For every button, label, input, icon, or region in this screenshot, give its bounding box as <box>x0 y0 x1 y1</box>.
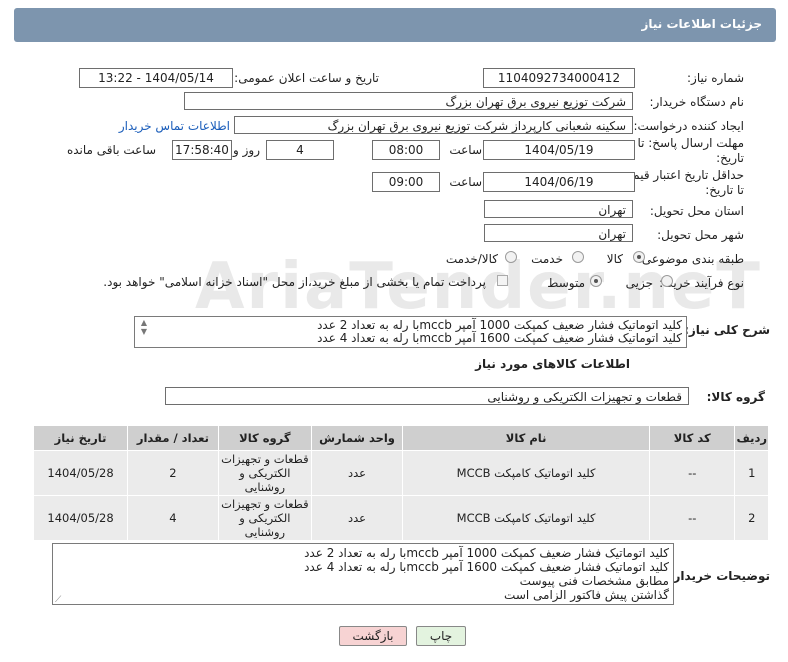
category-radio-both[interactable] <box>505 251 517 263</box>
category-option-service: خدمت <box>531 252 563 266</box>
announce-label: تاریخ و ساعت اعلان عمومی: <box>234 71 379 85</box>
reply-deadline-label: مهلت ارسال پاسخ: تا تاریخ: <box>637 136 744 165</box>
requester-label: ایجاد کننده درخواست: <box>633 119 744 133</box>
city-field[interactable]: تهران <box>484 224 633 242</box>
reply-time-label: ساعت <box>449 143 482 157</box>
cell-row: 1 <box>734 450 769 496</box>
cell-code: -- <box>648 495 736 541</box>
cell-unit: عدد <box>310 495 404 541</box>
cell-name: کلید اتوماتیک کامپکت MCCB <box>402 495 650 541</box>
page-header: جزئیات اطلاعات نیاز <box>14 8 776 42</box>
province-field[interactable]: تهران <box>484 200 633 218</box>
category-radio-service[interactable] <box>572 251 584 263</box>
category-radio-goods[interactable] <box>633 251 645 263</box>
page-title: جزئیات اطلاعات نیاز <box>641 17 762 31</box>
col-date: تاریخ نیاز <box>32 425 129 451</box>
buyer-notes-line-1: کلید اتوماتیک فشار ضعیف کمپکت 1000 آمپر … <box>304 546 669 560</box>
remaining-label: ساعت باقی مانده <box>66 143 156 157</box>
goods-section-title: اطلاعات کالاهای مورد نیاز <box>475 357 630 371</box>
requester-field[interactable]: سکینه شعبانی کارپرداز شرکت توزیع نیروی ب… <box>234 116 633 134</box>
city-label: شهر محل تحویل: <box>657 228 744 242</box>
col-qty: تعداد / مقدار <box>127 425 219 451</box>
textarea-scroll-icon[interactable]: ▲ ▼ <box>138 318 150 340</box>
category-option-both: کالا/خدمت <box>445 252 498 266</box>
goods-group-label: گروه کالا: <box>706 390 765 404</box>
category-option-goods: کالا <box>606 252 623 266</box>
col-unit: واحد شمارش <box>310 425 404 451</box>
table-row[interactable]: 1 -- کلید اتوماتیک کامپکت MCCB عدد قطعات… <box>32 450 769 496</box>
validity-date-field[interactable]: 1404/06/19 <box>483 172 635 192</box>
cell-code: -- <box>648 450 736 496</box>
validity-time-field[interactable]: 09:00 <box>372 172 440 192</box>
cell-row: 2 <box>734 495 769 541</box>
days-label: روز و <box>233 143 260 157</box>
col-name: نام کالا <box>402 425 650 451</box>
buyer-notes-label: توضیحات خریدار: <box>668 569 770 583</box>
province-label: استان محل تحویل: <box>649 204 744 218</box>
announce-field[interactable]: 1404/05/14 - 13:22 <box>79 68 233 88</box>
goods-group-field[interactable]: قطعات و تجهیزات الکتریکی و روشنایی <box>165 387 689 405</box>
print-button[interactable]: چاپ <box>416 626 466 646</box>
buyer-notes-line-2: کلید اتوماتیک فشار ضعیف کمپکت 1600 آمپر … <box>304 560 669 574</box>
table-row[interactable]: 2 -- کلید اتوماتیک کامپکت MCCB عدد قطعات… <box>32 495 769 541</box>
reply-date-field[interactable]: 1404/05/19 <box>483 140 635 160</box>
items-table: ردیف کد کالا نام کالا واحد شمارش گروه کا… <box>32 425 769 541</box>
reply-time-field[interactable]: 08:00 <box>372 140 440 160</box>
description-textarea[interactable]: کلید اتوماتیک فشار ضعیف کمپکت 1000 آمپر … <box>134 316 687 348</box>
col-code: کد کالا <box>648 425 736 451</box>
need-number-label: شماره نیاز: <box>687 71 744 85</box>
table-header-row: ردیف کد کالا نام کالا واحد شمارش گروه کا… <box>32 425 769 451</box>
cell-date: 1404/05/28 <box>32 495 129 541</box>
days-field[interactable]: 4 <box>266 140 334 160</box>
process-option-minor: جزیی <box>625 276 653 290</box>
buyer-notes-line-3: مطابق مشخصات فنی پیوست <box>519 574 669 588</box>
category-label: طبقه بندی موضوعی: <box>637 252 744 266</box>
buyer-notes-textarea[interactable]: کلید اتوماتیک فشار ضعیف کمپکت 1000 آمپر … <box>52 543 674 605</box>
process-radio-minor[interactable] <box>661 275 673 287</box>
need-number-field[interactable]: 1104092734000412 <box>483 68 635 88</box>
validity-time-label: ساعت <box>449 175 482 189</box>
cell-qty: 4 <box>127 495 219 541</box>
cell-group: قطعات و تجهیزات الکتریکی و روشنایی <box>217 495 312 541</box>
cell-qty: 2 <box>127 450 219 496</box>
col-row: ردیف <box>734 425 769 451</box>
remaining-time-field[interactable]: 17:58:40 <box>172 140 232 160</box>
buyer-org-label: نام دستگاه خریدار: <box>649 95 745 109</box>
cell-name: کلید اتوماتیک کامپکت MCCB <box>402 450 650 496</box>
back-button[interactable]: بازگشت <box>339 626 407 646</box>
description-line-2: کلید اتوماتیک فشار ضعیف کمپکت 1600 آمپر … <box>317 331 682 345</box>
cell-group: قطعات و تجهیزات الکتریکی و روشنایی <box>217 450 312 496</box>
description-label: شرح کلی نیاز: <box>684 323 770 337</box>
buyer-notes-line-4: گذاشتن پیش فاکتور الزامی است <box>504 588 669 602</box>
process-option-medium: متوسط <box>547 276 585 290</box>
buyer-contact-link[interactable]: اطلاعات تماس خریدار <box>119 119 230 133</box>
resize-grip-icon[interactable]: ⟋ <box>55 595 61 605</box>
payment-note: پرداخت تمام یا بخشی از مبلغ خرید،از محل … <box>103 275 486 289</box>
treasury-checkbox[interactable] <box>497 275 508 286</box>
buyer-org-field[interactable]: شرکت توزیع نیروی برق تهران بزرگ <box>184 92 633 110</box>
cell-unit: عدد <box>310 450 404 496</box>
process-radio-medium[interactable] <box>590 275 602 287</box>
col-group: گروه کالا <box>217 425 312 451</box>
cell-date: 1404/05/28 <box>32 450 129 496</box>
